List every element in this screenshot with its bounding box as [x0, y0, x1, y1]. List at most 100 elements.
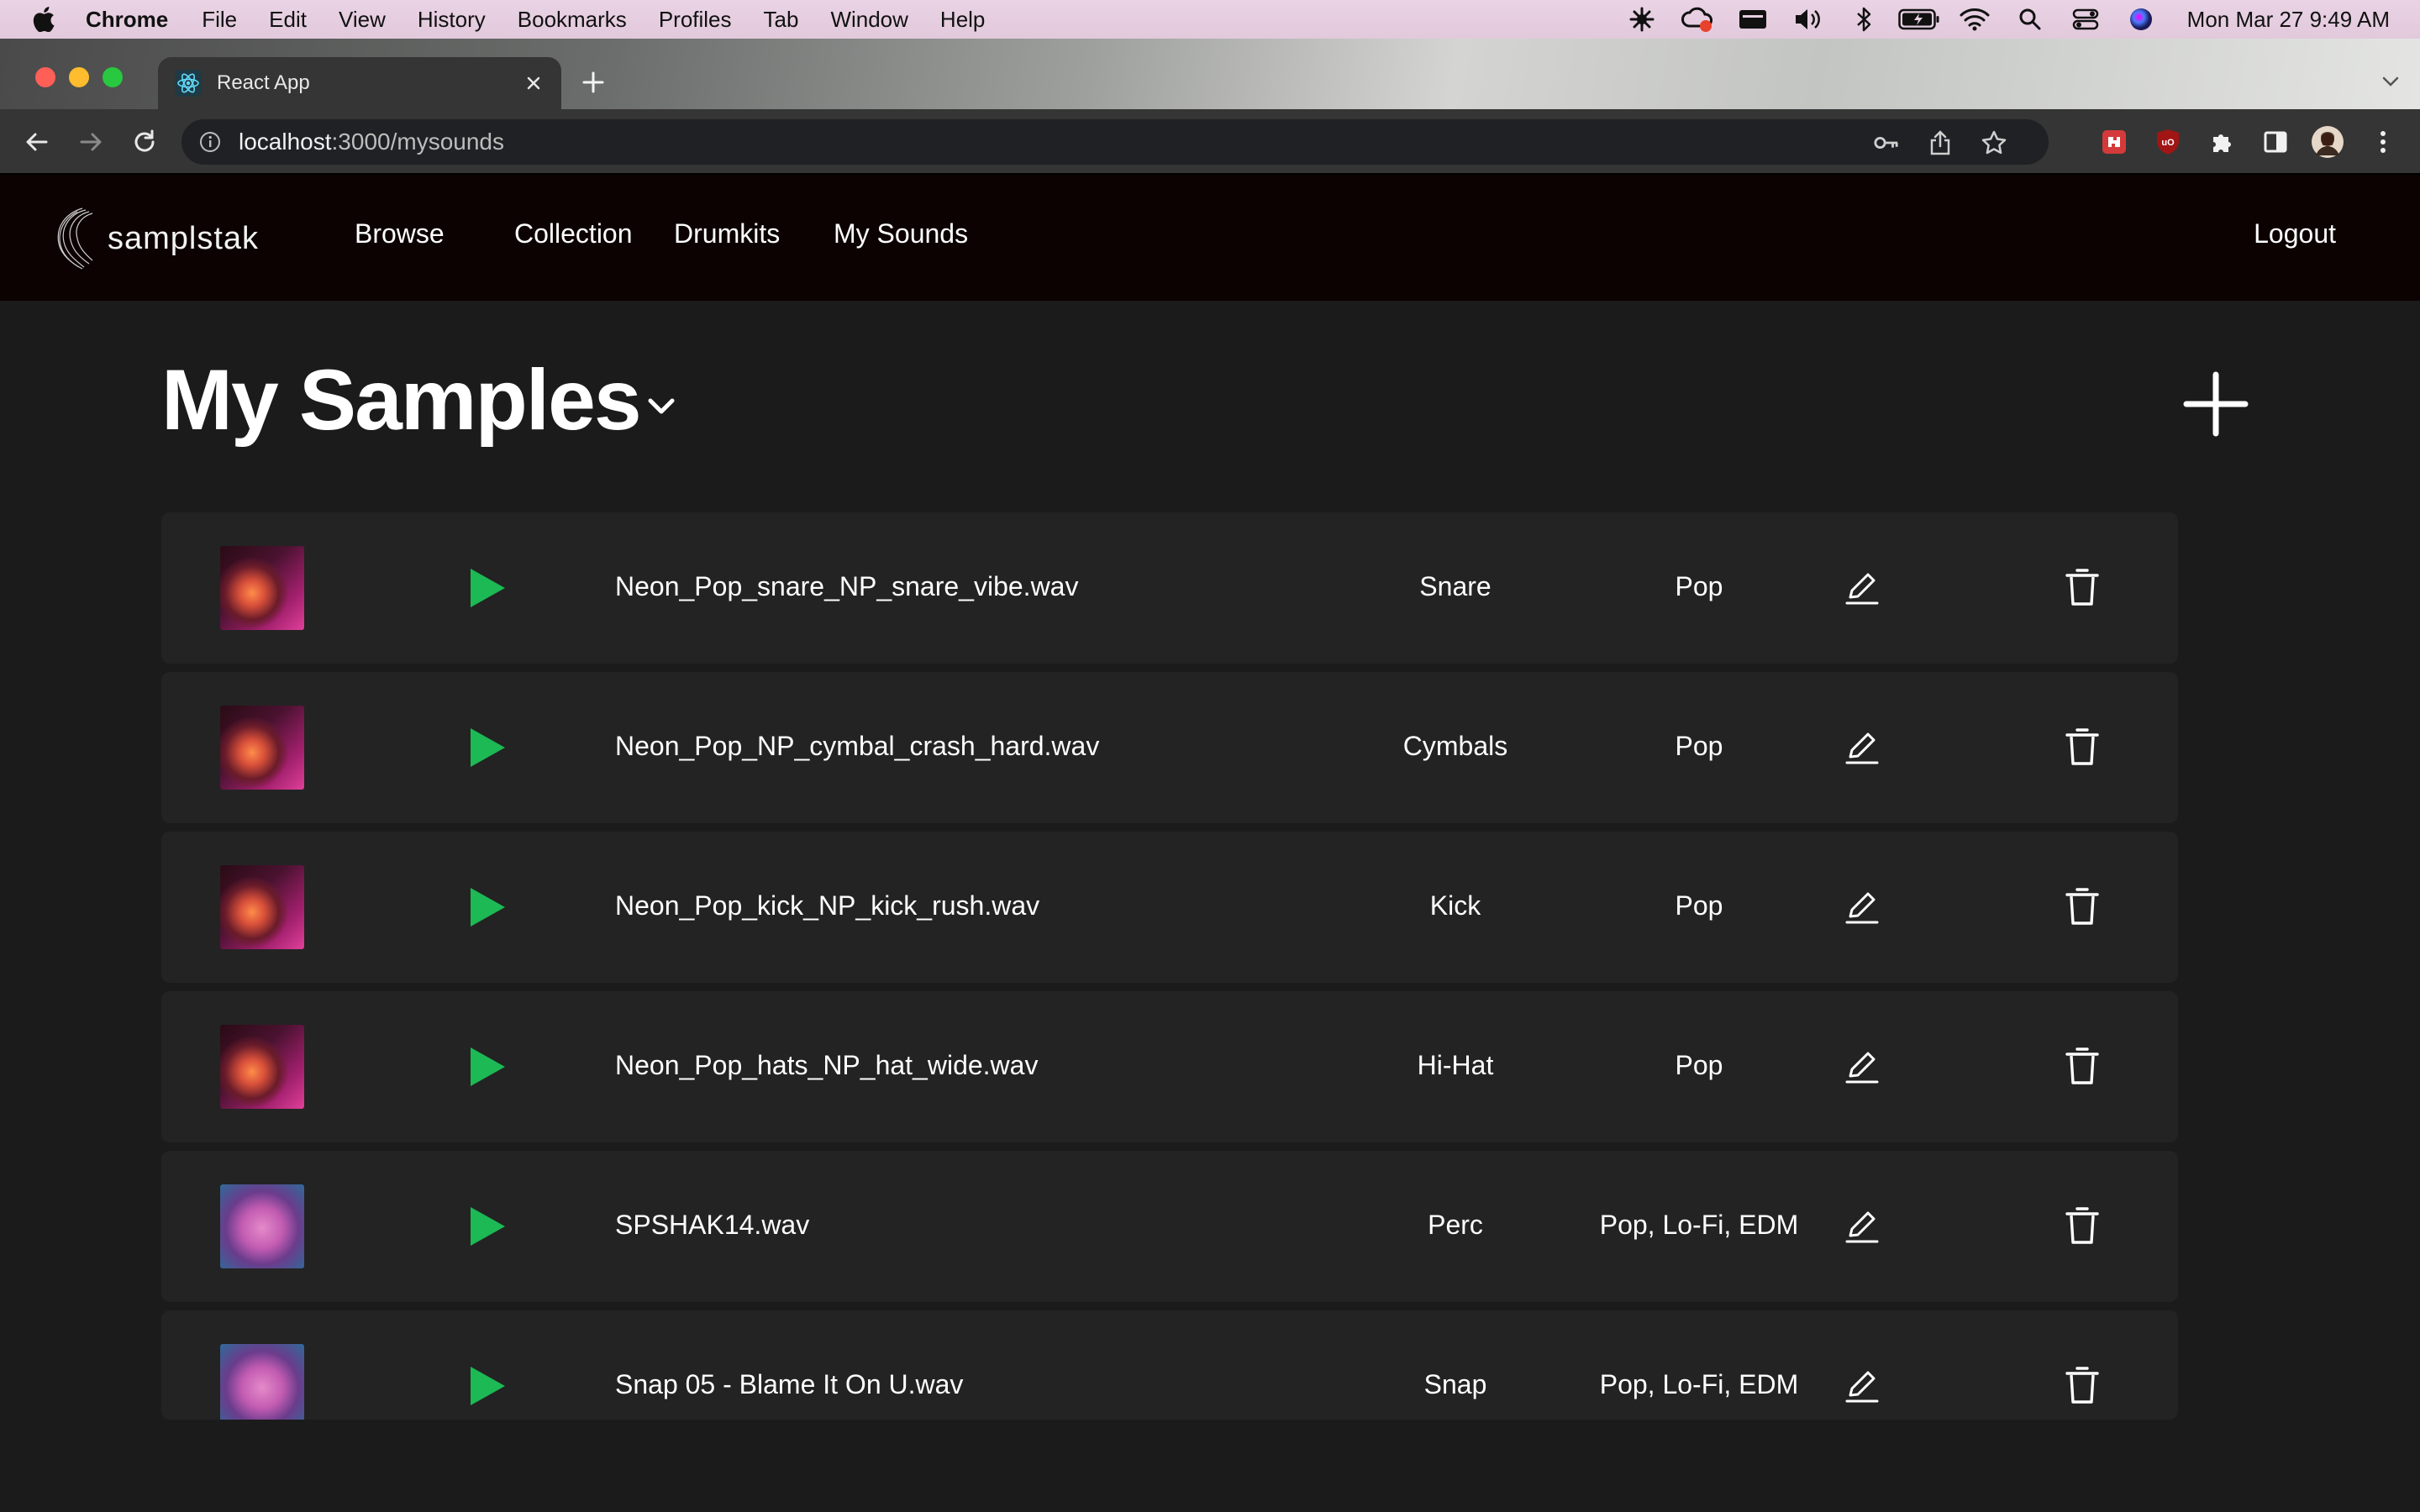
- menu-bookmarks[interactable]: Bookmarks: [518, 7, 627, 33]
- sample-genre: Pop: [1675, 890, 1723, 921]
- app-navbar: samplstak Browse Collection Drumkits My …: [0, 175, 2420, 301]
- url-path: :3000/mysounds: [331, 129, 504, 155]
- menu-history[interactable]: History: [418, 7, 486, 33]
- sample-genre: Pop, Lo-Fi, EDM: [1599, 1210, 1799, 1240]
- reload-icon[interactable]: [128, 125, 161, 159]
- tab-search-chevron-icon[interactable]: [2378, 69, 2403, 94]
- sample-row[interactable]: SPSHAK14.wav Perc Pop, Lo-Fi, EDM: [161, 1151, 2178, 1302]
- sample-row[interactable]: Neon_Pop_NP_cymbal_crash_hard.wav Cymbal…: [161, 672, 2178, 823]
- ublock-shield-icon[interactable]: uO: [2151, 125, 2185, 159]
- apple-logo-icon[interactable]: [32, 7, 55, 32]
- edit-pencil-icon[interactable]: [1842, 887, 1882, 927]
- tab-close-icon[interactable]: [521, 71, 546, 96]
- title-dropdown-chevron-icon[interactable]: [640, 385, 682, 427]
- extensions-puzzle-icon[interactable]: [2205, 125, 2238, 159]
- delete-trash-icon[interactable]: [2062, 885, 2102, 927]
- logout-link[interactable]: Logout: [2254, 218, 2336, 249]
- sample-artwork: [220, 1184, 304, 1268]
- play-icon[interactable]: [466, 1364, 509, 1408]
- extension-red-puzzle-icon[interactable]: [2097, 125, 2131, 159]
- edit-pencil-icon[interactable]: [1842, 1047, 1882, 1087]
- edit-pencil-icon[interactable]: [1842, 568, 1882, 608]
- play-icon[interactable]: [466, 885, 509, 929]
- menubar-clock[interactable]: Mon Mar 27 9:49 AM: [2187, 7, 2390, 33]
- menu-file[interactable]: File: [202, 7, 237, 33]
- browser-tabstrip: React App: [0, 39, 2420, 109]
- site-info-icon[interactable]: [198, 130, 222, 154]
- nav-collection[interactable]: Collection: [514, 218, 633, 249]
- edit-pencil-icon[interactable]: [1842, 1206, 1882, 1247]
- menu-tab[interactable]: Tab: [764, 7, 799, 33]
- address-bar[interactable]: localhost:3000/mysounds: [182, 119, 2049, 165]
- sample-filename: Neon_Pop_snare_NP_snare_vibe.wav: [615, 571, 1079, 601]
- menu-profiles[interactable]: Profiles: [659, 7, 732, 33]
- spotlight-search-icon[interactable]: [2002, 0, 2058, 39]
- delete-trash-icon[interactable]: [2062, 1205, 2102, 1247]
- window-zoom-button[interactable]: [103, 67, 123, 87]
- delete-trash-icon[interactable]: [2062, 1364, 2102, 1406]
- sample-genre: Pop: [1675, 1050, 1723, 1080]
- sample-filename: Neon_Pop_hats_NP_hat_wide.wav: [615, 1050, 1039, 1080]
- delete-trash-icon[interactable]: [2062, 566, 2102, 608]
- play-icon[interactable]: [466, 1205, 509, 1248]
- share-icon[interactable]: [1928, 130, 1953, 155]
- sample-category: Snap: [1423, 1369, 1487, 1399]
- page-title: My Samples: [161, 352, 642, 448]
- burst-icon[interactable]: [1614, 0, 1670, 39]
- menu-window[interactable]: Window: [830, 7, 908, 33]
- volume-icon[interactable]: [1781, 0, 1836, 39]
- sample-genre: Pop: [1675, 731, 1723, 761]
- wifi-icon[interactable]: [1947, 0, 2002, 39]
- forward-arrow-icon[interactable]: [74, 125, 108, 159]
- back-arrow-icon[interactable]: [20, 125, 54, 159]
- sample-genre: Pop: [1675, 571, 1723, 601]
- sample-filename: Snap 05 - Blame It On U.wav: [615, 1369, 964, 1399]
- chrome-menu-kebab-icon[interactable]: [2366, 125, 2400, 159]
- sample-artwork: [220, 546, 304, 630]
- add-sample-plus-icon[interactable]: [2183, 371, 2249, 437]
- delete-trash-icon[interactable]: [2062, 1045, 2102, 1087]
- sample-row[interactable]: Snap 05 - Blame It On U.wav Snap Pop, Lo…: [161, 1310, 2178, 1420]
- side-panel-icon[interactable]: [2259, 125, 2292, 159]
- sample-row[interactable]: Neon_Pop_snare_NP_snare_vibe.wav Snare P…: [161, 512, 2178, 664]
- bluetooth-icon[interactable]: [1836, 0, 1891, 39]
- window-minimize-button[interactable]: [69, 67, 89, 87]
- profile-avatar[interactable]: [2311, 125, 2344, 159]
- sample-category: Perc: [1428, 1210, 1483, 1240]
- menu-view[interactable]: View: [339, 7, 386, 33]
- menu-edit[interactable]: Edit: [269, 7, 307, 33]
- play-icon[interactable]: [466, 566, 509, 610]
- main-content: My Samples Neon_Pop_snare_NP_snare_vibe.…: [0, 301, 2420, 1512]
- logo-text: samplstak: [108, 220, 260, 256]
- edit-pencil-icon[interactable]: [1842, 727, 1882, 768]
- window-close-button[interactable]: [35, 67, 55, 87]
- sample-artwork: [220, 865, 304, 949]
- new-tab-plus-icon[interactable]: [578, 67, 608, 97]
- play-icon[interactable]: [466, 1045, 509, 1089]
- samplstak-logo-icon: [57, 207, 93, 270]
- browser-toolbar: localhost:3000/mysounds uO: [0, 109, 2420, 175]
- play-icon[interactable]: [466, 726, 509, 769]
- siri-icon[interactable]: [2113, 0, 2169, 39]
- nav-drumkits[interactable]: Drumkits: [674, 218, 780, 249]
- sample-artwork: [220, 706, 304, 790]
- edit-pencil-icon[interactable]: [1842, 1366, 1882, 1406]
- tab-react-app[interactable]: React App: [158, 57, 561, 109]
- menu-help[interactable]: Help: [940, 7, 985, 33]
- nav-my-sounds[interactable]: My Sounds: [834, 218, 968, 249]
- control-center-icon[interactable]: [2058, 0, 2113, 39]
- battery-icon[interactable]: [1891, 0, 1947, 39]
- nav-browse[interactable]: Browse: [355, 218, 445, 249]
- sample-row[interactable]: Neon_Pop_hats_NP_hat_wide.wav Hi-Hat Pop: [161, 991, 2178, 1142]
- display-icon[interactable]: [1725, 0, 1781, 39]
- delete-trash-icon[interactable]: [2062, 726, 2102, 768]
- bookmark-star-icon[interactable]: [1981, 130, 2007, 155]
- sample-row[interactable]: Neon_Pop_kick_NP_kick_rush.wav Kick Pop: [161, 832, 2178, 983]
- sample-filename: Neon_Pop_kick_NP_kick_rush.wav: [615, 890, 1040, 921]
- macos-menubar: Chrome File Edit View History Bookmarks …: [0, 0, 2420, 39]
- creative-cloud-icon[interactable]: [1670, 0, 1725, 39]
- password-key-icon[interactable]: [1874, 130, 1899, 155]
- menu-app-name[interactable]: Chrome: [86, 7, 168, 33]
- react-favicon-icon: [175, 70, 202, 97]
- samplstak-logo[interactable]: samplstak: [52, 203, 259, 274]
